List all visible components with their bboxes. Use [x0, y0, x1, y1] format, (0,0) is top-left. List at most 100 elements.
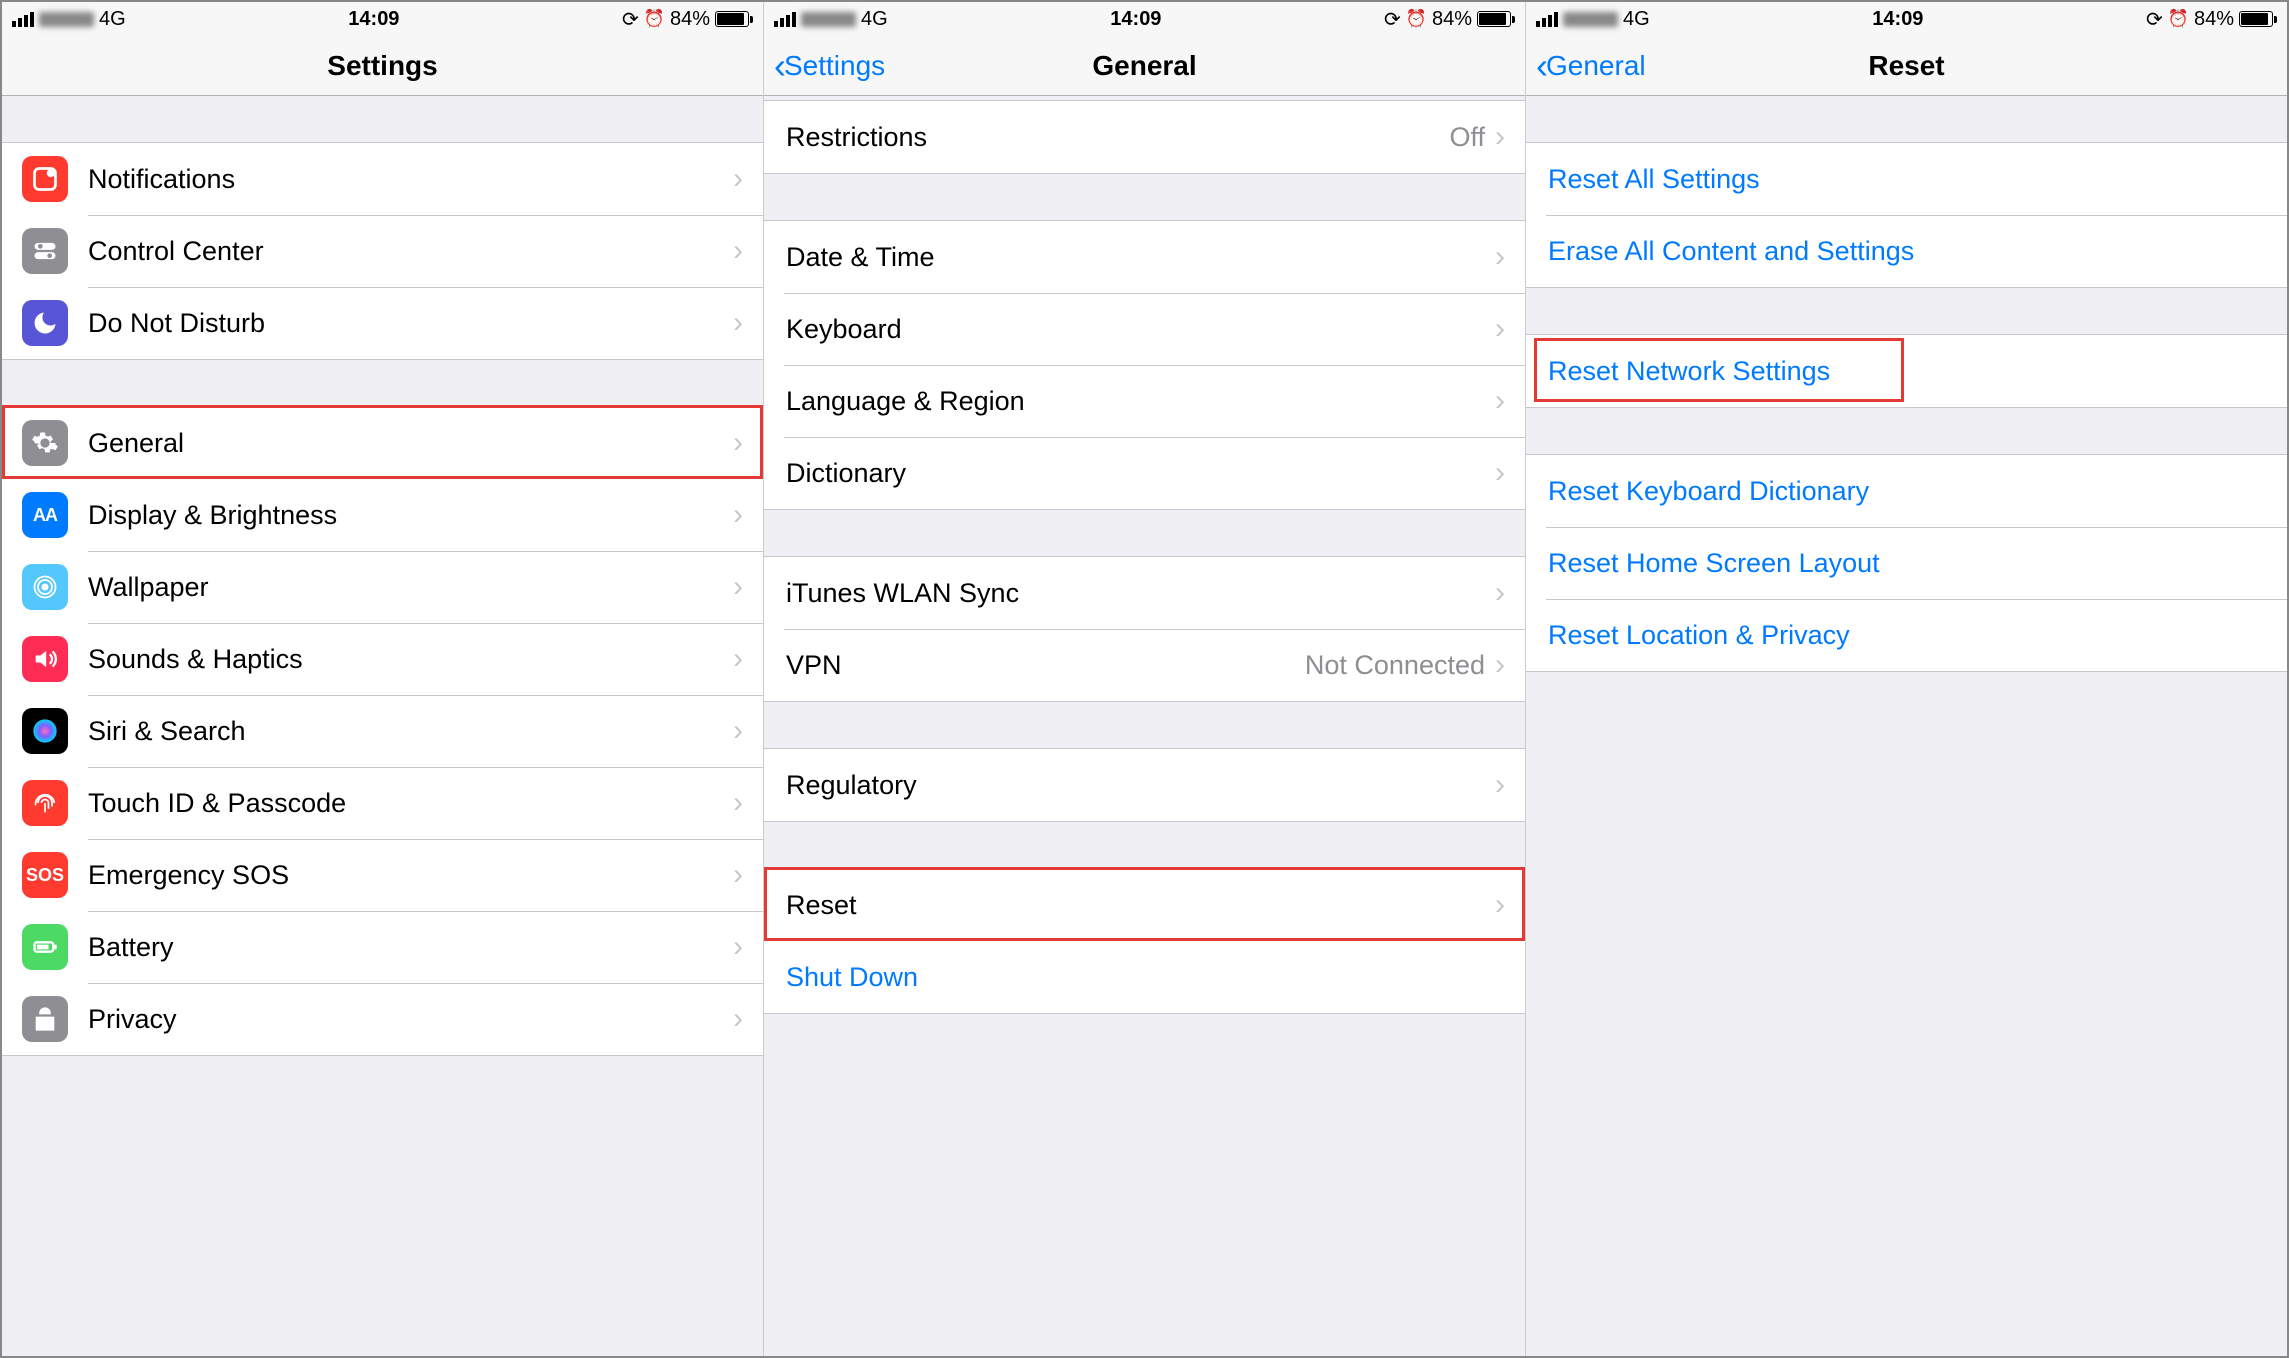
- row-label: Erase All Content and Settings: [1548, 236, 2267, 267]
- row-general-icon: [22, 420, 68, 466]
- chevron-right-icon: ›: [1495, 576, 1505, 610]
- row-wallpaper[interactable]: Wallpaper›: [2, 551, 763, 623]
- row-label: Regulatory: [786, 770, 1495, 801]
- row-label: Dictionary: [786, 458, 1495, 489]
- row-battery[interactable]: Battery›: [2, 911, 763, 983]
- row-battery-icon: [22, 924, 68, 970]
- chevron-right-icon: ›: [1495, 120, 1505, 154]
- general-list[interactable]: RestrictionsOff› Date & Time›Keyboard›La…: [764, 96, 1525, 1356]
- screen-reset: 4G 14:09 ⟳ ⏰ 84% ‹ General Reset Reset A…: [1526, 2, 2287, 1356]
- battery-percent: 84%: [1432, 8, 1472, 31]
- row-reset-location-privacy[interactable]: Reset Location & Privacy: [1526, 599, 2287, 671]
- chevron-right-icon: ›: [733, 786, 743, 820]
- status-bar: 4G 14:09 ⟳ ⏰ 84%: [2, 2, 763, 36]
- carrier-blurred: [1563, 12, 1618, 27]
- row-label: Date & Time: [786, 242, 1495, 273]
- back-label: Settings: [784, 50, 885, 82]
- row-privacy-icon: [22, 996, 68, 1042]
- row-label: Do Not Disturb: [88, 308, 733, 339]
- signal-icon: [12, 12, 34, 27]
- alarm-icon: ⏰: [2168, 9, 2189, 29]
- row-label: Reset All Settings: [1548, 164, 2267, 195]
- orientation-lock-icon: ⟳: [1384, 7, 1401, 32]
- row-value: Not Connected: [1305, 650, 1485, 681]
- status-time: 14:09: [348, 8, 399, 31]
- row-label: Wallpaper: [88, 572, 733, 603]
- row-label: Shut Down: [786, 962, 1505, 993]
- row-shutdown[interactable]: Shut Down: [764, 941, 1525, 1013]
- row-siri-search[interactable]: Siri & Search›: [2, 695, 763, 767]
- row-label: Notifications: [88, 164, 733, 195]
- row-regulatory[interactable]: Regulatory›: [764, 749, 1525, 821]
- row-itunes-wlan-sync[interactable]: iTunes WLAN Sync›: [764, 557, 1525, 629]
- reset-list[interactable]: Reset All Settings Erase All Content and …: [1526, 96, 2287, 1356]
- chevron-right-icon: ›: [1495, 768, 1505, 802]
- row-dictionary[interactable]: Dictionary›: [764, 437, 1525, 509]
- row-general[interactable]: General›: [2, 407, 763, 479]
- chevron-right-icon: ›: [1495, 888, 1505, 922]
- row-label: iTunes WLAN Sync: [786, 578, 1495, 609]
- chevron-right-icon: ›: [733, 234, 743, 268]
- row-reset[interactable]: Reset›: [764, 869, 1525, 941]
- back-button[interactable]: ‹ Settings: [774, 45, 885, 87]
- row-language-region[interactable]: Language & Region›: [764, 365, 1525, 437]
- chevron-right-icon: ›: [1495, 384, 1505, 418]
- row-label: Reset Home Screen Layout: [1548, 548, 2267, 579]
- row-touch-id[interactable]: Touch ID & Passcode›: [2, 767, 763, 839]
- row-date-time[interactable]: Date & Time›: [764, 221, 1525, 293]
- chevron-right-icon: ›: [733, 306, 743, 340]
- row-keyboard[interactable]: Keyboard›: [764, 293, 1525, 365]
- row-reset-network[interactable]: Reset Network Settings: [1526, 335, 2287, 407]
- row-display-brightness[interactable]: AADisplay & Brightness›: [2, 479, 763, 551]
- row-label: Restrictions: [786, 122, 1449, 153]
- nav-bar: Settings: [2, 36, 763, 96]
- row-reset-keyboard-dict[interactable]: Reset Keyboard Dictionary: [1526, 455, 2287, 527]
- row-label: Sounds & Haptics: [88, 644, 733, 675]
- row-restrictions[interactable]: RestrictionsOff›: [764, 101, 1525, 173]
- row-notifications[interactable]: Notifications›: [2, 143, 763, 215]
- chevron-right-icon: ›: [1495, 240, 1505, 274]
- chevron-right-icon: ›: [1495, 312, 1505, 346]
- battery-icon: [715, 11, 753, 27]
- nav-bar: ‹ General Reset: [1526, 36, 2287, 96]
- carrier-blurred: [39, 12, 94, 27]
- signal-icon: [1536, 12, 1558, 27]
- row-sounds-haptics[interactable]: Sounds & Haptics›: [2, 623, 763, 695]
- chevron-right-icon: ›: [733, 426, 743, 460]
- alarm-icon: ⏰: [644, 9, 665, 29]
- row-label: Siri & Search: [88, 716, 733, 747]
- settings-list[interactable]: Notifications›Control Center›Do Not Dist…: [2, 96, 763, 1356]
- row-wallpaper-icon: [22, 564, 68, 610]
- chevron-right-icon: ›: [733, 642, 743, 676]
- alarm-icon: ⏰: [1406, 9, 1427, 29]
- row-sounds-haptics-icon: [22, 636, 68, 682]
- chevron-right-icon: ›: [733, 498, 743, 532]
- row-label: Privacy: [88, 1004, 733, 1035]
- row-emergency-sos[interactable]: SOSEmergency SOS›: [2, 839, 763, 911]
- orientation-lock-icon: ⟳: [2146, 7, 2163, 32]
- row-do-not-disturb[interactable]: Do Not Disturb›: [2, 287, 763, 359]
- row-erase-all[interactable]: Erase All Content and Settings: [1526, 215, 2287, 287]
- row-privacy[interactable]: Privacy›: [2, 983, 763, 1055]
- row-reset-all-settings[interactable]: Reset All Settings: [1526, 143, 2287, 215]
- row-do-not-disturb-icon: [22, 300, 68, 346]
- status-bar: 4G 14:09 ⟳ ⏰ 84%: [1526, 2, 2287, 36]
- row-label: Language & Region: [786, 386, 1495, 417]
- row-reset-home-layout[interactable]: Reset Home Screen Layout: [1526, 527, 2287, 599]
- row-label: Reset Network Settings: [1548, 356, 2267, 387]
- battery-icon: [1477, 11, 1515, 27]
- row-label: Reset Keyboard Dictionary: [1548, 476, 2267, 507]
- row-label: Battery: [88, 932, 733, 963]
- triptych: 4G 14:09 ⟳ ⏰ 84% Settings Notifications›…: [0, 0, 2289, 1358]
- row-emergency-sos-icon: SOS: [22, 852, 68, 898]
- chevron-right-icon: ›: [733, 162, 743, 196]
- back-button[interactable]: ‹ General: [1536, 45, 1646, 87]
- row-vpn[interactable]: VPNNot Connected›: [764, 629, 1525, 701]
- screen-settings: 4G 14:09 ⟳ ⏰ 84% Settings Notifications›…: [2, 2, 764, 1356]
- battery-percent: 84%: [2194, 8, 2234, 31]
- row-control-center[interactable]: Control Center›: [2, 215, 763, 287]
- row-notifications-icon: [22, 156, 68, 202]
- chevron-right-icon: ›: [733, 930, 743, 964]
- carrier-blurred: [801, 12, 856, 27]
- row-label: Reset: [786, 890, 1495, 921]
